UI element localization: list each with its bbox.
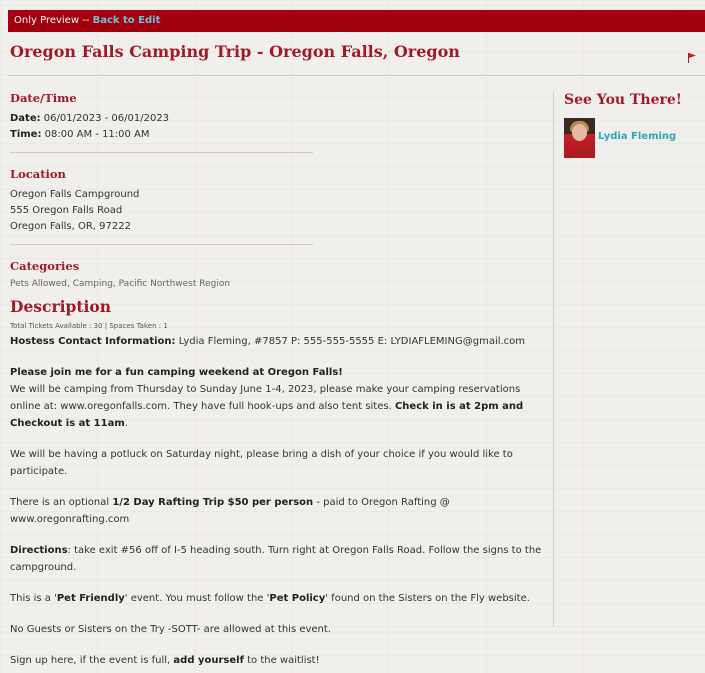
location-name: Oregon Falls Campground: [10, 189, 140, 200]
potluck-paragraph: We will be having a potluck on Saturday …: [10, 449, 513, 477]
back-to-edit-link[interactable]: Back to Edit: [93, 15, 161, 26]
datetime-heading: Date/Time: [10, 91, 77, 105]
see-you-there-heading: See You There!: [564, 92, 682, 108]
event-date: Date: 06/01/2023 - 06/01/2023: [10, 113, 170, 124]
avatar[interactable]: [564, 118, 595, 158]
preview-bar-text: Only Preview -- Back to Edit: [14, 15, 161, 26]
location-city: Oregon Falls, OR, 97222: [10, 221, 131, 232]
title-divider: [8, 75, 705, 76]
preview-bar: Only Preview -- Back to Edit: [8, 10, 705, 32]
rafting-paragraph: There is an optional 1/2 Day Rafting Tri…: [10, 497, 450, 525]
pet-policy-paragraph: This is a 'Pet Friendly' event. You must…: [10, 593, 530, 604]
intro-paragraph: Please join me for a fun camping weekend…: [10, 367, 524, 429]
event-time: Time: 08:00 AM - 11:00 AM: [10, 129, 150, 140]
event-details: Date/Time Date: 06/01/2023 - 06/01/2023 …: [10, 91, 550, 673]
categories-list: Pets Allowed, Camping, Pacific Northwest…: [10, 279, 231, 289]
attendee-item[interactable]: Lydia Fleming: [564, 118, 704, 158]
location-street: 555 Oregon Falls Road: [10, 205, 123, 216]
categories-heading: Categories: [10, 259, 80, 273]
attendee-name-link[interactable]: Lydia Fleming: [598, 131, 676, 142]
guests-paragraph: No Guests or Sisters on the Try -SOTT- a…: [10, 624, 331, 635]
description-heading: Description: [10, 297, 112, 316]
page-title: Oregon Falls Camping Trip - Oregon Falls…: [10, 42, 460, 61]
hostess-contact: Hostess Contact Information: Lydia Flemi…: [10, 336, 526, 347]
ticket-stats: Total Tickets Available : 30 | Spaces Ta…: [10, 322, 168, 330]
directions-paragraph: Directions: take exit #56 off of I-5 hea…: [10, 545, 542, 573]
sidebar-divider: [553, 92, 554, 627]
section-divider: [10, 244, 313, 245]
flag-icon[interactable]: [687, 53, 697, 63]
location-heading: Location: [10, 167, 66, 181]
signup-paragraph: Sign up here, if the event is full, add …: [10, 655, 320, 666]
section-divider: [10, 152, 313, 153]
attendees-sidebar: See You There! Lydia Fleming: [564, 92, 704, 158]
